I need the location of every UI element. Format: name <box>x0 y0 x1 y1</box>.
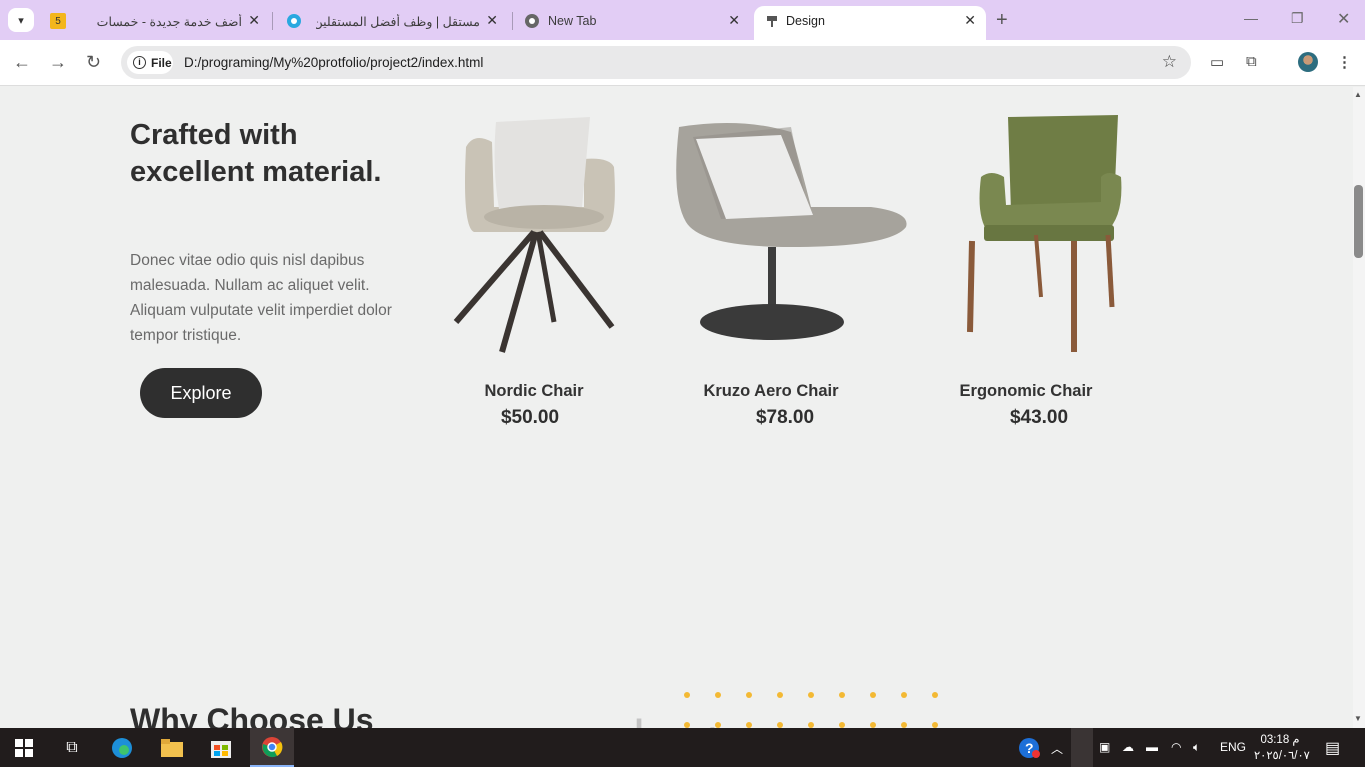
scroll-up-icon[interactable]: ▲ <box>1354 90 1362 99</box>
meet-icon[interactable]: ▣ <box>1099 740 1110 754</box>
close-icon[interactable]: ✕ <box>728 12 740 29</box>
tab-design[interactable]: Design ✕ <box>754 6 986 40</box>
volume-icon[interactable]: 🔈︎ <box>1193 740 1200 755</box>
page-scrollbar[interactable] <box>1353 87 1365 728</box>
chip-label: File <box>151 55 172 70</box>
back-icon[interactable]: ← <box>13 52 31 73</box>
info-icon: i <box>133 56 146 69</box>
product-price: $43.00 <box>1009 407 1069 428</box>
cast-icon[interactable]: ▭ <box>1210 53 1224 71</box>
windows-taskbar: ⧉ ? ︿ ▣ ☁ ▬ ◠ 🔈︎ ENG 03:18 م ٢٠٢٥/٠٦/٠٧ … <box>0 728 1365 767</box>
nordic-chair-image <box>453 117 615 353</box>
product-card[interactable]: Nordic Chair $50.00 <box>404 107 664 437</box>
why-choose-us-heading: Why Choose Us <box>130 702 374 728</box>
tab-title: أضف خدمة جديدة - خمسات <box>96 15 242 29</box>
tab-khamsat[interactable]: 5 أضف خدمة جديدة - خمسات ✕ <box>40 6 270 36</box>
clock[interactable]: 03:18 م ٢٠٢٥/٠٦/٠٧ <box>1254 732 1310 764</box>
clock-date: ٢٠٢٥/٠٦/٠٧ <box>1254 750 1310 762</box>
minimize-icon[interactable]: — <box>1244 10 1258 26</box>
kruzo-aero-chair-image <box>676 123 907 340</box>
tab-new-tab[interactable]: New Tab ✕ <box>514 6 750 36</box>
tab-bar: ▾ 5 أضف خدمة جديدة - خمسات ✕ مستقل | وظف… <box>0 0 1365 40</box>
tab-title: مستقل | وظف أفضل المستقلين ل <box>316 15 480 29</box>
notifications-icon[interactable]: ▤ <box>1325 738 1340 758</box>
close-icon[interactable]: ✕ <box>964 12 976 29</box>
edge-icon[interactable] <box>108 736 136 760</box>
tab-mostaql[interactable]: مستقل | وظف أفضل المستقلين ل ✕ <box>276 6 508 36</box>
hero-heading: Crafted with excellent material. <box>130 119 382 188</box>
reload-icon[interactable]: ↻ <box>86 52 101 73</box>
product-name: Nordic Chair <box>484 382 584 400</box>
new-tab-button[interactable]: + <box>996 9 1008 32</box>
explore-button[interactable]: Explore <box>140 368 262 418</box>
close-icon[interactable]: ✕ <box>486 12 498 29</box>
scrollbar-thumb[interactable] <box>1354 185 1363 258</box>
task-view-icon[interactable]: ⧉ <box>60 736 84 760</box>
clock-time: 03:18 م <box>1260 734 1300 746</box>
product-card[interactable]: Kruzo Aero Chair $78.00 <box>641 107 907 437</box>
bookmark-star-icon[interactable]: ☆ <box>1162 52 1177 72</box>
chair-icon <box>764 13 780 29</box>
battery-icon[interactable]: ▬ <box>1146 740 1158 754</box>
menu-icon[interactable]: ⋮ <box>1337 53 1352 71</box>
file-explorer-icon[interactable] <box>158 736 186 760</box>
browser-toolbar: ← → ↻ i File D:/programing/My%20protfolio… <box>0 40 1365 86</box>
khamsat-watermark: خمسات <box>598 713 725 728</box>
chrome-taskbar-icon[interactable] <box>250 728 294 767</box>
windows-start-icon[interactable] <box>12 736 36 760</box>
address-bar[interactable]: i File D:/programing/My%20protfolio/proje… <box>121 46 1191 79</box>
product-name: Ergonomic Chair <box>959 382 1093 400</box>
khamsat-favicon-icon: 5 <box>50 13 66 29</box>
hero-description: Donec vitae odio quis nisl dapibus males… <box>130 252 392 344</box>
language-indicator[interactable]: ENG <box>1220 740 1246 754</box>
tab-title: Design <box>786 14 825 28</box>
mostaql-favicon-icon <box>286 13 302 29</box>
web-page: Crafted with excellent material. Donec v… <box>0 87 1353 728</box>
scroll-down-icon[interactable]: ▼ <box>1354 714 1362 723</box>
tab-title: New Tab <box>548 14 597 28</box>
close-icon[interactable]: ✕ <box>248 12 260 29</box>
chrome-icon <box>524 13 540 29</box>
wifi-icon[interactable]: ◠ <box>1171 740 1181 754</box>
product-price: $50.00 <box>500 407 560 428</box>
show-hidden-icons-icon[interactable]: ︿ <box>1051 740 1063 757</box>
store-icon[interactable] <box>207 736 235 760</box>
tab-search-button[interactable]: ▾ <box>8 8 34 32</box>
url-text[interactable]: D:/programing/My%20protfolio/project2/in… <box>184 55 483 70</box>
pen-icon[interactable] <box>1071 728 1093 767</box>
site-info-chip[interactable]: i File <box>127 51 173 74</box>
extensions-icon[interactable]: ⧉ <box>1246 53 1257 70</box>
onedrive-icon[interactable]: ☁ <box>1122 740 1134 754</box>
product-price: $78.00 <box>755 407 815 428</box>
restore-icon[interactable]: ❐ <box>1291 10 1304 27</box>
help-icon[interactable]: ? <box>1018 737 1040 762</box>
profile-avatar[interactable] <box>1298 52 1318 72</box>
forward-icon[interactable]: → <box>49 52 67 73</box>
product-name: Kruzo Aero Chair <box>703 382 839 400</box>
product-card[interactable]: Ergonomic Chair $43.00 <box>896 107 1156 437</box>
chevron-down-icon: ▾ <box>18 14 24 27</box>
ergonomic-chair-image <box>967 115 1122 352</box>
close-window-icon[interactable]: ✕ <box>1337 9 1350 29</box>
